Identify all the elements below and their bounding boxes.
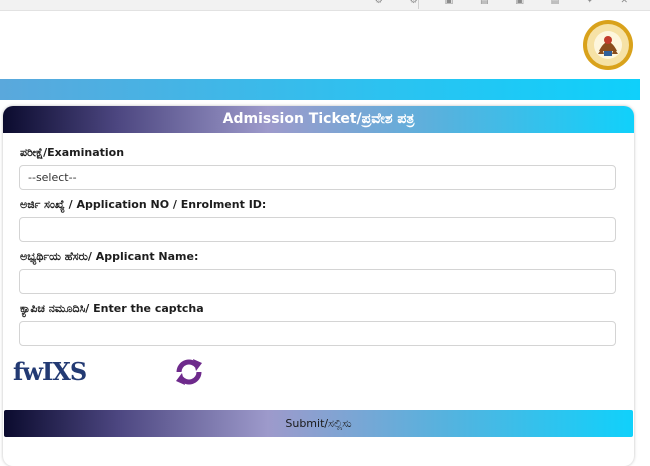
toolbar-icons[interactable]: ⚙ ⚙ ▣ ▤ ▣ ▤ ✦ ✕ bbox=[375, 0, 640, 6]
application-no-input[interactable] bbox=[19, 217, 616, 242]
refresh-icon[interactable] bbox=[171, 354, 207, 390]
captcha-image: fwIXS bbox=[13, 357, 87, 386]
applicant-name-label: ಅಭ್ಯರ್ಥಿಯ ಹೆಸರು/ Applicant Name: bbox=[20, 250, 199, 263]
admission-ticket-card: Admission Ticket/ಪ್ರವೇಶ ಪತ್ರ ಪರೀಕ್ಷೆ/Exa… bbox=[3, 106, 634, 466]
captcha-label: ಕ್ಯಾಪಿಚ ನಮೂದಿಸಿ/ Enter the captcha bbox=[20, 302, 204, 315]
browser-toolbar: ⚙ ⚙ ▣ ▤ ▣ ▤ ✦ ✕ bbox=[0, 0, 650, 11]
submit-button[interactable]: Submit/ಸಲ್ಲಿಸು bbox=[4, 410, 633, 437]
applicant-name-input[interactable] bbox=[19, 269, 616, 294]
top-accent-bar bbox=[0, 79, 640, 100]
application-no-label: ಅರ್ಜಿ ಸಂಖ್ಯೆ / Application NO / Enrolmen… bbox=[20, 198, 267, 211]
exam-label: ಪರೀಕ್ಷೆ/Examination bbox=[20, 146, 125, 159]
exam-select-value: --select-- bbox=[28, 171, 77, 184]
captcha-input[interactable] bbox=[19, 321, 616, 346]
exam-select[interactable]: --select-- bbox=[19, 165, 616, 190]
karnataka-emblem-logo bbox=[583, 20, 633, 70]
card-title: Admission Ticket/ಪ್ರವೇಶ ಪತ್ರ bbox=[3, 106, 634, 133]
